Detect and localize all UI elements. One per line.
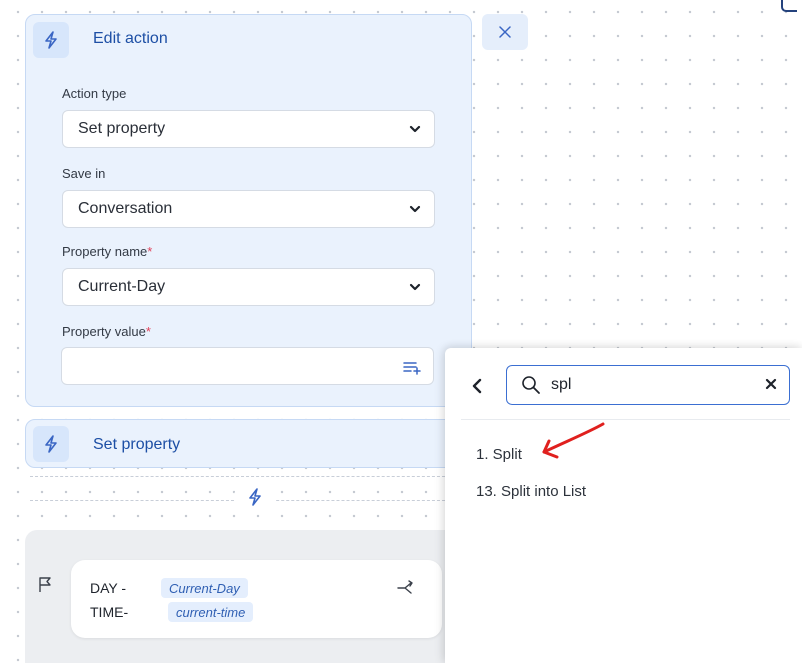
property-value-input[interactable] [61,347,434,385]
save-in-label: Save in [62,166,106,181]
clear-icon[interactable] [765,378,777,390]
search-icon [522,376,540,394]
list-add-icon[interactable] [403,359,421,375]
property-name-label-text: Property name [62,244,148,259]
search-result-item[interactable]: 13. Split into List [476,483,586,500]
search-input[interactable] [551,376,731,394]
node-day-label: DAY - [90,580,127,596]
connector-line [30,476,450,477]
action-type-select[interactable]: Set property [62,110,435,148]
action-search-popup: 1. Split 13. Split into List [445,348,802,663]
branch-icon[interactable] [397,580,415,596]
variable-chip: Current-Day [161,578,248,598]
set-property-title: Set property [93,436,181,453]
bolt-icon-button[interactable] [33,22,69,58]
back-arrow-icon[interactable] [471,378,483,394]
set-property-card[interactable]: Set property [25,419,472,468]
divider [461,419,790,420]
bolt-icon [45,31,57,49]
required-mark: * [147,244,153,259]
property-name-select[interactable]: Current-Day [62,268,435,306]
search-result-item[interactable]: 1. Split [476,446,522,463]
property-name-value: Current-Day [78,278,166,295]
message-node[interactable]: DAY - Current-Day TIME- current-time [71,560,442,638]
flag-icon [39,577,51,592]
chevron-down-icon [409,205,421,213]
corner-fragment [781,0,797,12]
property-name-label: Property name* [62,244,152,259]
action-type-label: Action type [62,86,127,101]
close-button[interactable] [482,14,528,50]
save-in-select[interactable]: Conversation [62,190,435,228]
save-in-value: Conversation [78,200,173,217]
property-value-label-text: Property value [62,324,146,339]
property-value-label: Property value* [62,324,151,339]
bolt-icon [45,435,57,453]
node-time-label: TIME- [90,604,129,620]
chevron-down-icon [409,283,421,291]
bolt-icon [249,488,261,506]
bolt-icon-button[interactable] [33,426,69,462]
variable-chip: current-time [168,602,254,622]
required-mark: * [145,324,151,339]
annotation-arrow [542,422,605,459]
action-type-value: Set property [78,120,166,137]
add-action-button[interactable] [234,481,276,513]
chevron-down-icon [409,125,421,133]
edit-action-title: Edit action [93,30,168,47]
search-field[interactable] [506,365,790,405]
close-icon [499,26,511,38]
